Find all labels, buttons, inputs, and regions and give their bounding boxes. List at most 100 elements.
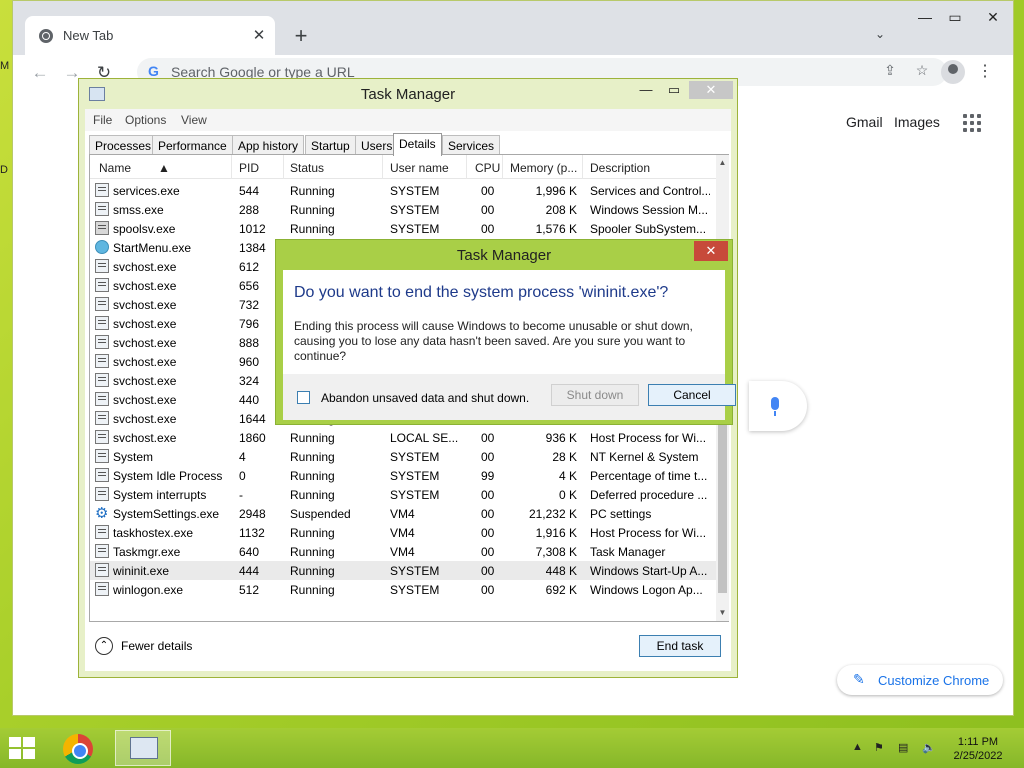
process-name: Taskmgr.exe bbox=[113, 545, 181, 559]
profile-avatar-icon[interactable] bbox=[941, 60, 965, 84]
tab-details[interactable]: Details bbox=[393, 133, 442, 156]
customize-chrome-button[interactable]: ✎ Customize Chrome bbox=[837, 665, 1003, 695]
process-name: winlogon.exe bbox=[113, 583, 184, 597]
google-g-icon: G bbox=[148, 63, 159, 79]
col-cpu[interactable]: CPU bbox=[475, 161, 500, 175]
table-row[interactable]: ⚙ SystemSettings.exe 2948 Suspended VM4 00 21,… bbox=[90, 504, 716, 523]
tm-close-button[interactable]: ✕ bbox=[689, 81, 733, 99]
table-row[interactable]: smss.exe 288 Running SYSTEM 00 208 K Windows S… bbox=[90, 200, 716, 219]
process-user: SYSTEM bbox=[390, 564, 440, 578]
table-row[interactable]: services.exe 544 Running SYSTEM 00 1,996 K Ser… bbox=[90, 181, 716, 200]
tab-close-icon[interactable]: ✕ bbox=[249, 26, 269, 46]
bookmark-star-icon[interactable]: ☆ bbox=[911, 62, 933, 82]
column-headers: ▲ Name PID Status User name CPU Memory (… bbox=[90, 155, 716, 179]
close-window-button[interactable]: ✕ bbox=[981, 9, 1005, 29]
dialog-message: Ending this process will cause Windows t… bbox=[294, 319, 693, 363]
table-row[interactable]: spoolsv.exe 1012 Running SYSTEM 00 1,576 K Spo… bbox=[90, 219, 716, 238]
process-pid: 1012 bbox=[239, 222, 266, 236]
table-row[interactable]: wininit.exe 444 Running SYSTEM 00 448 K Window… bbox=[90, 561, 716, 580]
table-row[interactable]: winlogon.exe 512 Running SYSTEM 00 692 K Windo… bbox=[90, 580, 716, 599]
abandon-data-checkbox[interactable] bbox=[297, 391, 310, 404]
col-user[interactable]: User name bbox=[390, 161, 449, 175]
volume-muted-icon[interactable]: 🔈 bbox=[922, 741, 936, 754]
gear-icon: ⚙ bbox=[95, 505, 109, 518]
tab-new-tab[interactable]: New Tab ✕ bbox=[25, 16, 275, 56]
task-manager-titlebar[interactable]: Task Manager — ▭ ✕ bbox=[79, 79, 737, 109]
process-icon bbox=[95, 297, 109, 311]
scroll-down-icon[interactable]: ▼ bbox=[716, 605, 729, 621]
dialog-question: Do you want to end the system process 'w… bbox=[294, 284, 669, 301]
chrome-menu-icon[interactable]: ⋮ bbox=[975, 60, 995, 84]
col-status[interactable]: Status bbox=[290, 161, 324, 175]
menu-file[interactable]: File bbox=[93, 113, 112, 127]
tab-app-history[interactable]: App history bbox=[232, 135, 305, 155]
tab-search-chevron-icon[interactable]: ⌄ bbox=[875, 27, 885, 41]
col-name[interactable]: Name bbox=[99, 161, 131, 175]
process-pid: 4 bbox=[239, 450, 246, 464]
show-hidden-icons-icon[interactable]: ▲ bbox=[852, 741, 863, 753]
taskbar-chrome[interactable] bbox=[50, 730, 106, 766]
images-link[interactable]: Images bbox=[894, 114, 940, 130]
table-row[interactable]: svchost.exe 1860 Running LOCAL SE... 00 936 K… bbox=[90, 428, 716, 447]
google-apps-icon[interactable] bbox=[963, 114, 981, 132]
process-pid: 656 bbox=[239, 279, 260, 293]
tab-processes[interactable]: Processes bbox=[89, 135, 158, 155]
end-task-button[interactable]: End task bbox=[639, 635, 721, 657]
maximize-button[interactable]: ▭ bbox=[943, 9, 967, 29]
process-memory: 692 K bbox=[545, 583, 577, 597]
gmail-link[interactable]: Gmail bbox=[846, 114, 883, 130]
system-clock[interactable]: 1:11 PM 2/25/2022 bbox=[950, 735, 1006, 763]
tab-performance[interactable]: Performance bbox=[152, 135, 233, 155]
network-icon[interactable]: ▤ bbox=[898, 741, 908, 754]
new-tab-button[interactable]: + bbox=[287, 23, 315, 51]
process-status: Running bbox=[290, 184, 335, 198]
cancel-button[interactable]: Cancel bbox=[648, 384, 736, 406]
voice-search-icon[interactable] bbox=[771, 397, 779, 416]
table-row[interactable]: Taskmgr.exe 640 Running VM4 00 7,308 K Task Ma… bbox=[90, 542, 716, 561]
process-name: smss.exe bbox=[113, 203, 164, 217]
process-user: SYSTEM bbox=[390, 488, 440, 502]
col-description[interactable]: Description bbox=[590, 161, 650, 175]
process-memory: 936 K bbox=[545, 431, 577, 445]
col-pid[interactable]: PID bbox=[239, 161, 259, 175]
fewer-details-label[interactable]: Fewer details bbox=[121, 639, 192, 653]
taskbar-task-manager[interactable] bbox=[115, 730, 171, 766]
tab-startup[interactable]: Startup bbox=[305, 135, 356, 155]
menu-view[interactable]: View bbox=[181, 113, 207, 127]
taskmgr-icon bbox=[95, 544, 109, 558]
process-cpu: 99 bbox=[481, 469, 495, 483]
table-row[interactable]: taskhostex.exe 1132 Running VM4 00 1,916 K Hos… bbox=[90, 523, 716, 542]
minimize-button[interactable]: — bbox=[913, 9, 937, 29]
process-pid: 440 bbox=[239, 393, 260, 407]
menu-options[interactable]: Options bbox=[125, 113, 166, 127]
scroll-up-icon[interactable]: ▲ bbox=[716, 155, 729, 171]
windows-start-icon[interactable] bbox=[9, 737, 37, 761]
process-cpu: 00 bbox=[481, 488, 495, 502]
table-row[interactable]: System 4 Running SYSTEM 00 28 K NT Kernel & Sy… bbox=[90, 447, 716, 466]
table-row[interactable]: System interrupts - Running SYSTEM 00 0 K Defe… bbox=[90, 485, 716, 504]
abandon-data-label[interactable]: Abandon unsaved data and shut down. bbox=[321, 391, 529, 405]
shut-down-button[interactable]: Shut down bbox=[551, 384, 639, 406]
chevron-up-icon[interactable]: ⌃ bbox=[95, 637, 113, 655]
process-icon bbox=[95, 183, 109, 197]
back-icon[interactable]: ← bbox=[27, 60, 53, 86]
process-icon bbox=[95, 373, 109, 387]
process-name: svchost.exe bbox=[113, 336, 177, 350]
customize-chrome-label: Customize Chrome bbox=[878, 673, 990, 688]
process-memory: 28 K bbox=[552, 450, 577, 464]
tab-services[interactable]: Services bbox=[442, 135, 501, 155]
process-name: System bbox=[113, 450, 154, 464]
tm-maximize-button[interactable]: ▭ bbox=[663, 82, 685, 100]
table-row[interactable]: System Idle Process 0 Running SYSTEM 99 4 K Pe… bbox=[90, 466, 716, 485]
process-icon bbox=[95, 449, 109, 463]
col-memory[interactable]: Memory (p... bbox=[510, 161, 577, 175]
tm-minimize-button[interactable]: — bbox=[635, 82, 657, 100]
process-memory: 1,916 K bbox=[535, 526, 577, 540]
process-icon bbox=[95, 259, 109, 273]
tab-users[interactable]: Users bbox=[355, 135, 399, 155]
action-center-flag-icon[interactable]: ⚑ bbox=[874, 741, 884, 754]
dialog-close-button[interactable]: ✕ bbox=[694, 241, 728, 261]
share-icon[interactable]: ⇪ bbox=[879, 62, 901, 82]
search-box-fragment[interactable] bbox=[749, 381, 807, 431]
process-name: SystemSettings.exe bbox=[113, 507, 220, 521]
